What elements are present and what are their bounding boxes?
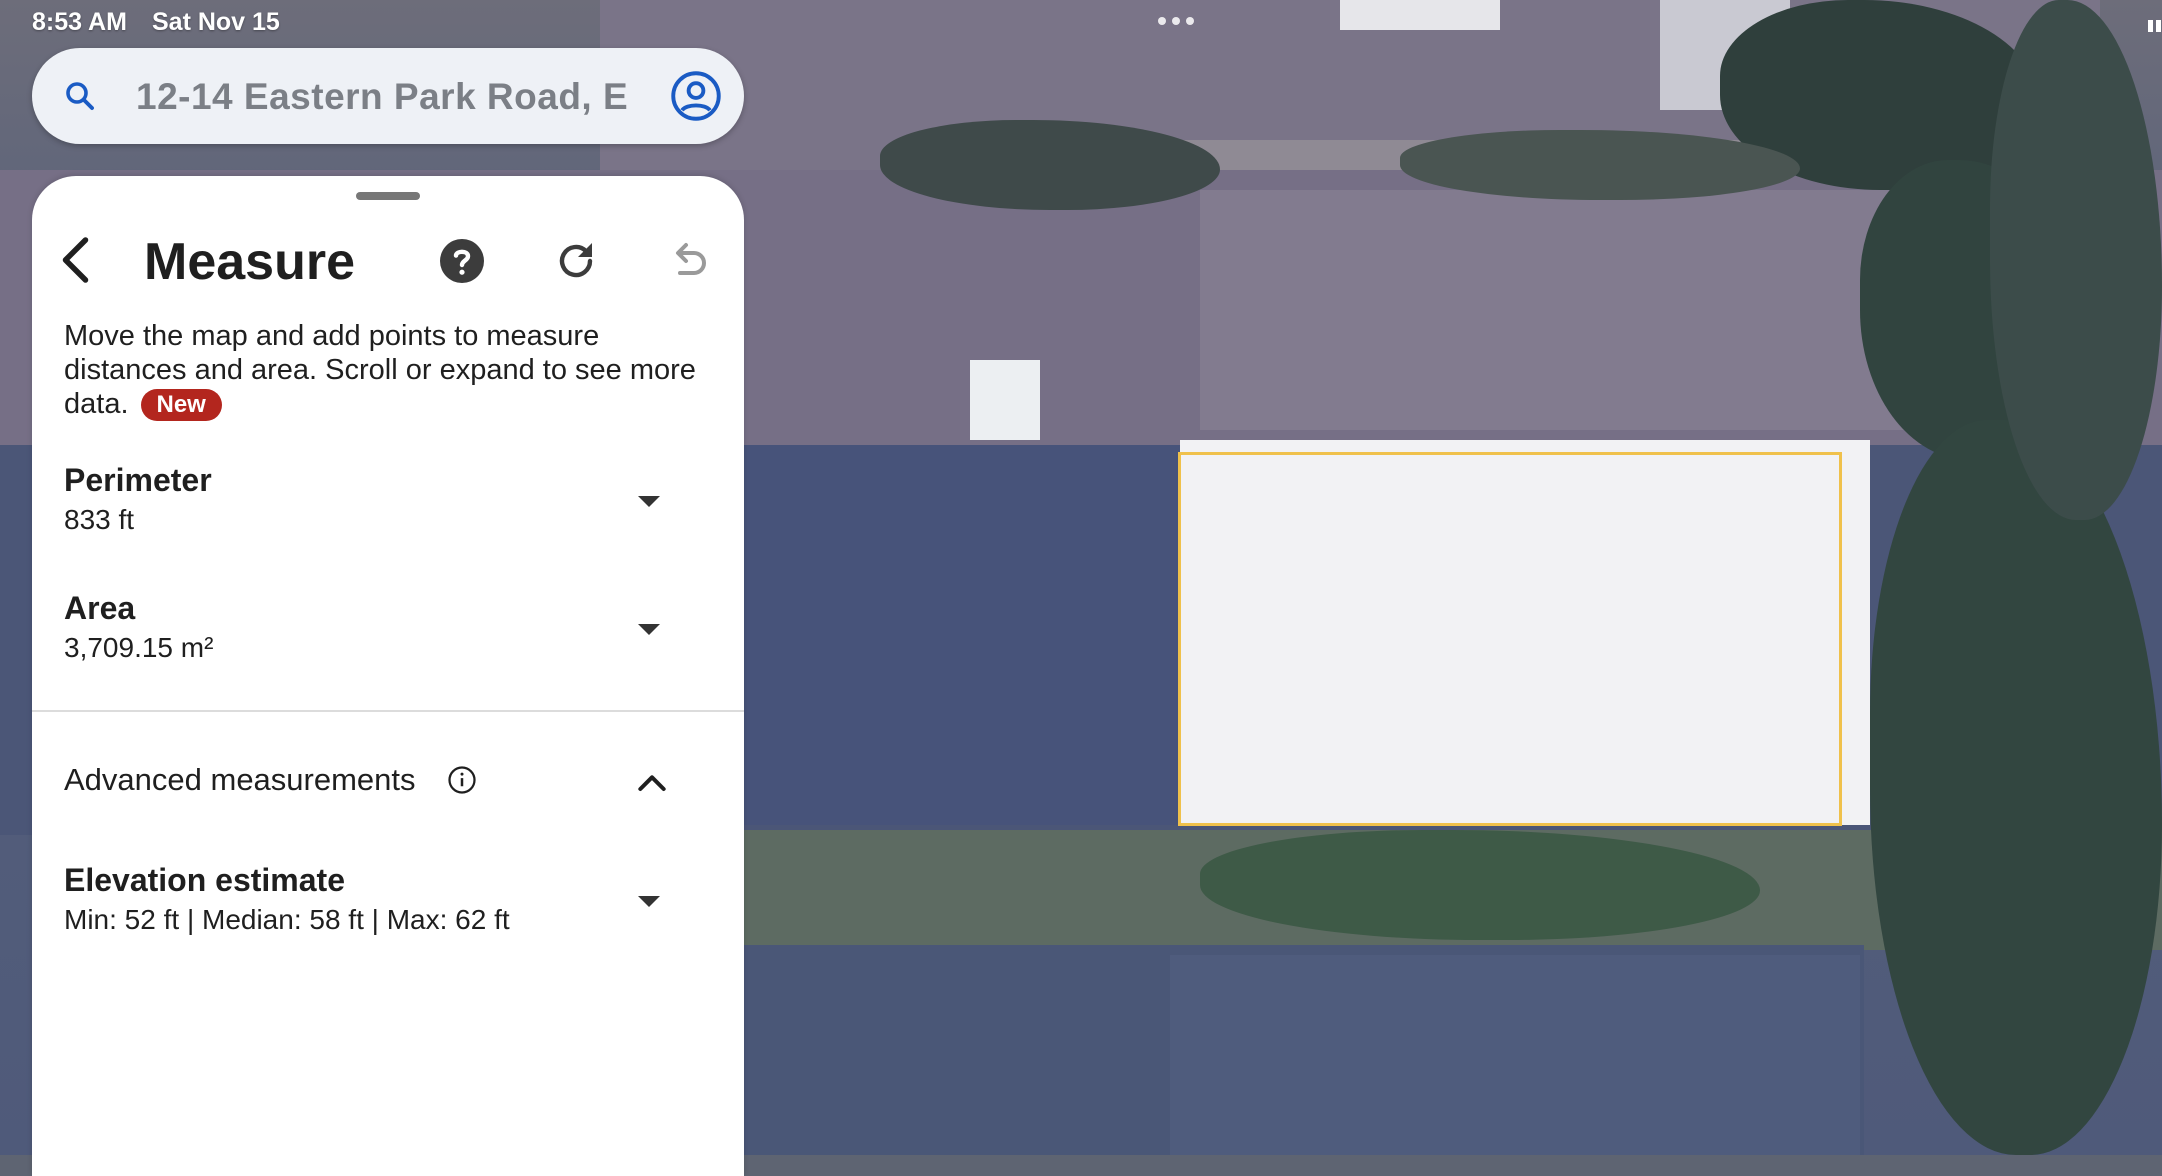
elevation-label: Elevation estimate [64, 862, 345, 898]
battery-icon [2148, 20, 2162, 32]
drag-handle[interactable] [356, 192, 420, 200]
elevation-row[interactable]: Elevation estimate Min: 52 ft | Median: … [32, 862, 744, 952]
map-roof [1170, 955, 1860, 1155]
area-value: 3,709.15 m² [64, 632, 214, 663]
search-icon[interactable] [62, 78, 98, 114]
info-icon[interactable] [447, 765, 477, 795]
status-time: 8:53 AM [32, 8, 127, 36]
map-roof [1340, 0, 1500, 30]
map-building [970, 360, 1040, 440]
help-icon[interactable] [438, 237, 486, 285]
refresh-icon[interactable] [552, 237, 600, 285]
area-row[interactable]: Area 3,709.15 m² [32, 590, 744, 680]
status-date: Sat Nov 15 [152, 8, 280, 36]
area-label: Area [64, 590, 136, 626]
section-divider [32, 710, 744, 712]
elevation-value: Min: 52 ft | Median: 58 ft | Max: 62 ft [64, 904, 510, 935]
search-input[interactable] [134, 70, 678, 124]
account-circle-icon[interactable] [670, 70, 722, 122]
area-dropdown-icon[interactable] [638, 624, 660, 635]
map-roof [744, 445, 1184, 825]
undo-icon[interactable] [664, 237, 712, 285]
elevation-dropdown-icon[interactable] [638, 896, 660, 907]
multitasking-dots-icon[interactable] [1158, 17, 1194, 25]
search-bar[interactable] [32, 48, 744, 144]
measure-panel: Measure Move the map and add points to m… [32, 176, 744, 1176]
chevron-up-icon[interactable] [632, 764, 672, 804]
new-badge: New [140, 389, 222, 421]
advanced-measurements-label[interactable]: Advanced measurements [64, 762, 416, 798]
panel-title: Measure [144, 233, 355, 291]
measured-area-outline [1178, 452, 1842, 826]
perimeter-label: Perimeter [64, 462, 212, 498]
back-icon[interactable] [48, 230, 108, 290]
perimeter-row[interactable]: Perimeter 833 ft [32, 462, 744, 552]
measure-instructions: Move the map and add points to measure d… [64, 319, 714, 421]
perimeter-dropdown-icon[interactable] [638, 496, 660, 507]
perimeter-value: 833 ft [64, 504, 135, 535]
